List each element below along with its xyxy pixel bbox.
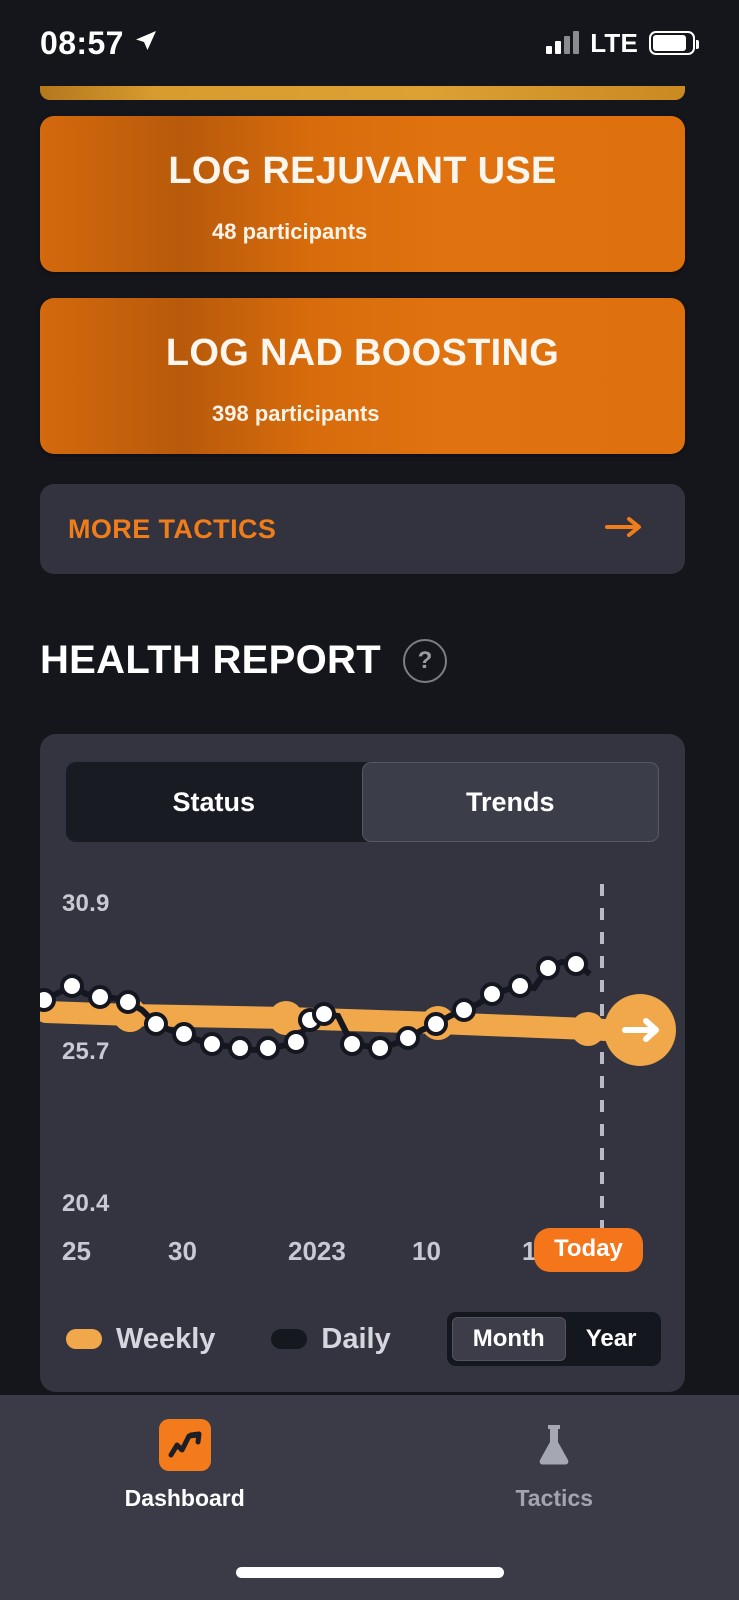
flask-icon [528, 1419, 580, 1471]
status-bar-right: LTE [546, 27, 699, 59]
x-tick-2: 2023 [288, 1236, 346, 1266]
today-marker-pill[interactable]: Today [534, 1228, 643, 1272]
card-participants: 48 participants [212, 219, 368, 244]
page-title: HEALTH REPORT [40, 638, 381, 682]
daily-series-markers [40, 952, 588, 1060]
battery-icon [649, 31, 699, 55]
x-tick-0: 25 [62, 1236, 91, 1266]
log-rejuvant-use-card[interactable]: LOG REJUVANT USE 48 participants [40, 116, 685, 272]
network-type-label: LTE [590, 27, 638, 58]
legend-item-daily[interactable]: Daily [271, 1322, 391, 1356]
arrow-right-icon [605, 515, 643, 544]
legend-item-weekly[interactable]: Weekly [66, 1323, 215, 1356]
tab-trends[interactable]: Trends [361, 762, 659, 842]
scroll-content: LOG REJUVANT USE 48 participants LOG NAD… [0, 86, 739, 1395]
legend-label-daily: Daily [321, 1322, 391, 1355]
help-icon[interactable]: ? [402, 638, 447, 683]
status-bar-clock: 08:57 [40, 24, 124, 61]
health-report-header: HEALTH REPORT ? [40, 638, 447, 683]
health-report-chart-card: Status Trends 30.9 25.7 20.4 25 30 2023 … [40, 734, 685, 1392]
daily-swatch-icon [271, 1329, 308, 1349]
range-toggle: Month Year [446, 1312, 662, 1366]
card-title: LOG REJUVANT USE [168, 150, 557, 192]
previous-card-peek [40, 86, 685, 100]
range-month-button[interactable]: Month [451, 1317, 566, 1361]
tab-tactics[interactable]: Tactics [370, 1419, 739, 1512]
more-tactics-button[interactable]: MORE TACTICS [40, 484, 685, 574]
tab-label-tactics: Tactics [515, 1485, 594, 1511]
legend-label-weekly: Weekly [116, 1322, 216, 1355]
trend-chart-svg [40, 884, 676, 1246]
status-bar: 08:57 LTE [0, 0, 739, 86]
x-tick-3: 10 [412, 1236, 441, 1266]
range-year-button[interactable]: Year [566, 1317, 657, 1361]
tab-dashboard[interactable]: Dashboard [0, 1419, 370, 1512]
log-nad-boosting-card[interactable]: LOG NAD BOOSTING 398 participants [40, 298, 685, 454]
home-indicator [235, 1567, 504, 1578]
chart-legend-row: Weekly Daily Month Year [66, 1308, 662, 1370]
card-title: LOG NAD BOOSTING [165, 332, 560, 374]
tab-list: Dashboard Tactics [0, 1395, 739, 1512]
status-bar-left: 08:57 [40, 25, 158, 62]
location-arrow-icon [134, 29, 158, 58]
status-trends-segmented-control: Status Trends [66, 762, 659, 842]
chart-line-icon [158, 1419, 211, 1471]
card-participants: 398 participants [212, 401, 380, 426]
app-screen: 08:57 LTE LOG REJUVANT USE 48 participan… [0, 0, 739, 1600]
tab-label-dashboard: Dashboard [124, 1485, 245, 1511]
more-tactics-label: MORE TACTICS [68, 513, 277, 544]
bottom-tab-bar: Dashboard Tactics [0, 1395, 739, 1600]
weekly-swatch-icon [66, 1329, 102, 1349]
x-tick-1: 30 [168, 1236, 197, 1266]
arrow-right-circle-icon [604, 994, 676, 1066]
tab-status[interactable]: Status [66, 762, 362, 842]
signal-bars-icon [546, 31, 580, 54]
